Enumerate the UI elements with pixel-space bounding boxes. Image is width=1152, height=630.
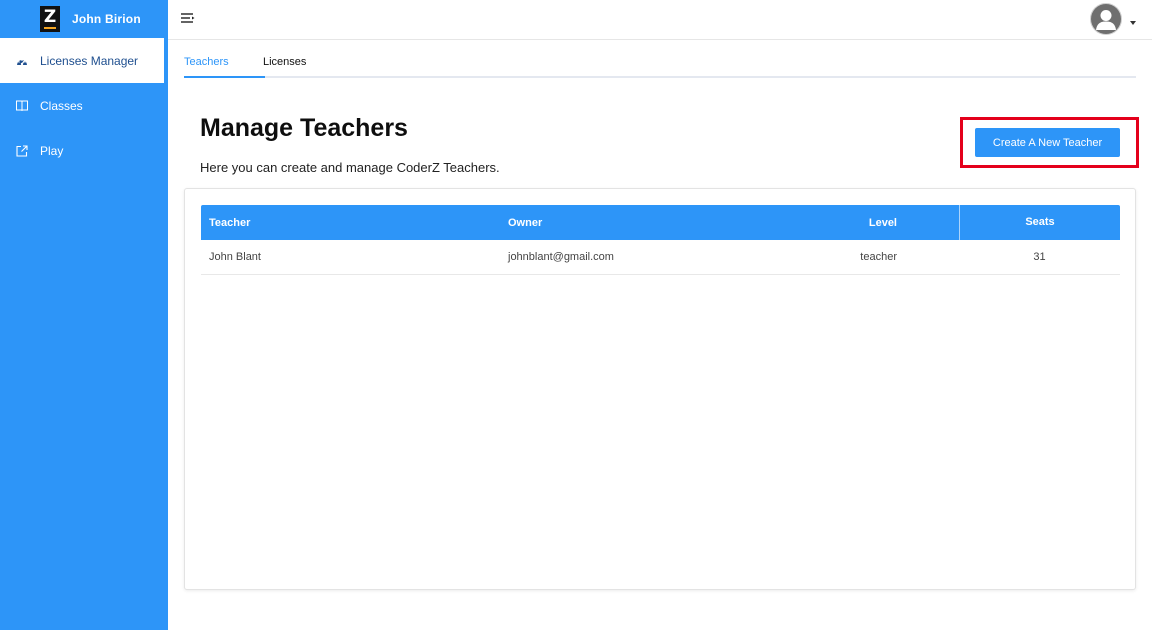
cell-seats: 31 [1033, 251, 1046, 263]
teachers-card: Teacher Owner Level Seats John Blant joh… [184, 188, 1136, 590]
teachers-table: Teacher Owner Level Seats John Blant joh… [201, 205, 1120, 275]
cell-teacher: John Blant [209, 251, 261, 263]
external-link-icon [16, 144, 28, 157]
table-header: Teacher Owner Level Seats [201, 205, 1120, 240]
tab-licenses[interactable]: Licenses [263, 50, 306, 78]
table-row[interactable]: John Blant johnblant@gmail.com teacher 3… [201, 240, 1120, 275]
column-header-seats[interactable]: Seats [959, 205, 1120, 240]
sidebar: Z John Birion Licenses Manager Classes P… [0, 0, 168, 630]
brand: Z John Birion [0, 0, 168, 38]
logo-accent-bar [44, 27, 56, 29]
book-icon [16, 100, 28, 112]
column-header-teacher[interactable]: Teacher [201, 217, 501, 229]
sidebar-item-label: Play [40, 143, 64, 158]
sidebar-item-classes[interactable]: Classes [0, 83, 168, 128]
tab-bar: Teachers Licenses [184, 50, 1136, 78]
page-title: Manage Teachers [200, 114, 408, 142]
page-subtitle: Here you can create and manage CoderZ Te… [200, 160, 500, 175]
dashboard-icon [16, 55, 28, 67]
logo-letter: Z [43, 7, 57, 27]
chevron-down-icon[interactable] [1130, 21, 1136, 25]
column-header-owner[interactable]: Owner [501, 217, 801, 229]
column-header-level[interactable]: Level [801, 217, 959, 229]
top-bar [168, 0, 1152, 40]
sidebar-item-licenses-manager[interactable]: Licenses Manager [0, 38, 164, 83]
sidebar-item-label: Classes [40, 98, 83, 113]
sidebar-item-label: Licenses Manager [40, 53, 139, 68]
menu-toggle-icon[interactable] [180, 12, 196, 26]
cell-level: teacher [860, 251, 897, 263]
coderz-logo[interactable]: Z [40, 6, 60, 32]
cell-owner: johnblant@gmail.com [508, 251, 614, 263]
user-avatar-icon[interactable] [1090, 3, 1122, 35]
tab-teachers[interactable]: Teachers [184, 50, 265, 78]
create-new-teacher-button[interactable]: Create A New Teacher [975, 128, 1120, 157]
brand-user-name: John Birion [72, 12, 141, 26]
sidebar-item-play[interactable]: Play [0, 128, 168, 173]
